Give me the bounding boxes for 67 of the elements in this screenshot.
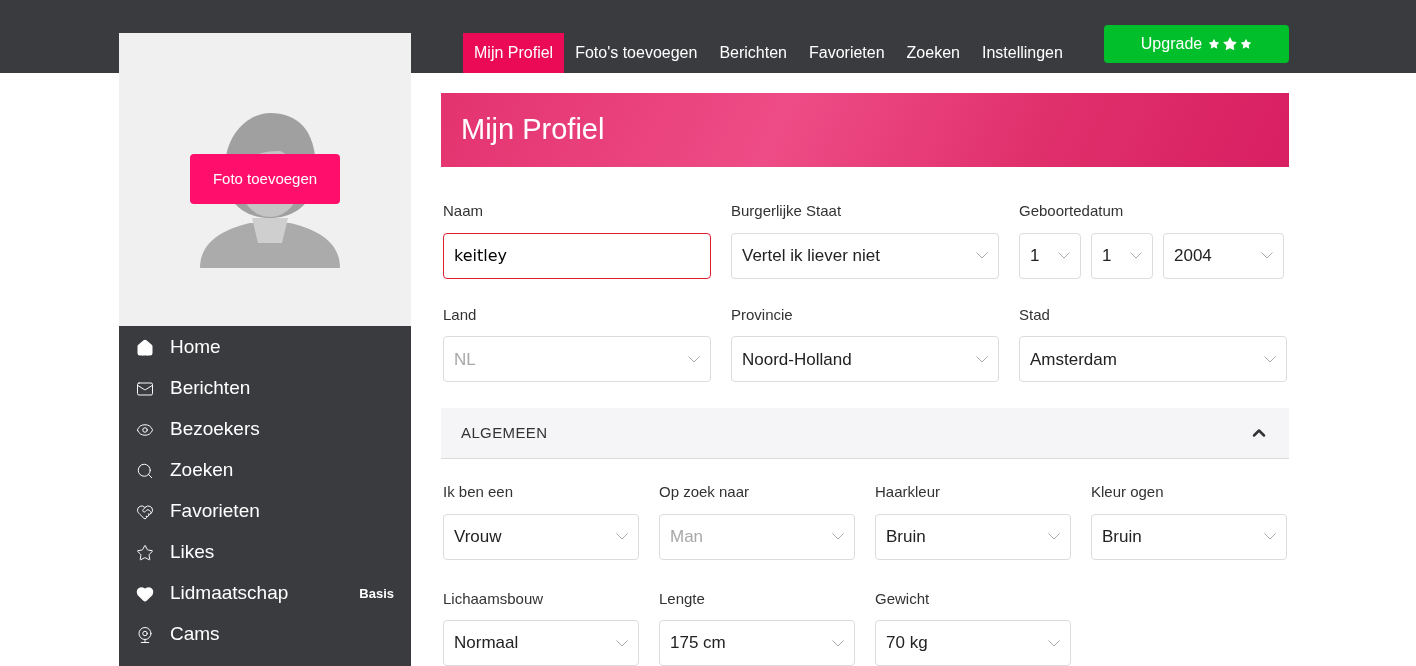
webcam-icon [136, 625, 154, 644]
star-icon [1240, 38, 1253, 50]
nav-tab[interactable]: Foto's toevoegen [564, 32, 709, 73]
envelope-icon [136, 379, 154, 398]
select-field[interactable]: Normaal [443, 620, 639, 666]
chevron-down-icon [1264, 533, 1276, 540]
sidebar-item[interactable]: Lidmaatschap Basis [119, 573, 411, 614]
field-label: Naam [443, 201, 484, 222]
nav-tab[interactable]: Mijn Profiel [463, 32, 565, 73]
sidebar-item[interactable]: Likes [119, 532, 411, 573]
field-label: Haarkleur [875, 482, 942, 502]
sidebar-item[interactable]: Favorieten [119, 491, 411, 532]
chevron-down-icon [1058, 252, 1070, 260]
star-icon [1222, 36, 1239, 52]
sidebar-item[interactable]: Cams [119, 614, 411, 655]
field-label: Op zoek naar [659, 482, 751, 502]
field-label: Lengte [659, 588, 706, 609]
chevron-down-icon [832, 533, 844, 540]
section-header[interactable]: ALGEMEEN [441, 408, 1289, 459]
select-field[interactable]: Vrouw [443, 513, 639, 560]
field-label: Land [443, 304, 478, 325]
star-icon [1208, 38, 1221, 50]
field-label: Provincie [731, 304, 794, 325]
sidebar-item[interactable]: Home [119, 327, 411, 368]
chevron-down-icon [1048, 639, 1060, 647]
chevron-down-icon [976, 252, 988, 260]
heart-icon [136, 584, 154, 603]
membership-label: Basis [359, 584, 394, 603]
chevron-down-icon [1264, 355, 1276, 363]
nav-tab[interactable]: Berichten [708, 32, 798, 73]
nav-tab[interactable]: Zoeken [895, 32, 971, 73]
chevron-down-icon [688, 355, 700, 363]
chevron-down-icon [976, 355, 988, 363]
nav-tab[interactable]: Instellingen [970, 32, 1074, 73]
sidebar-item[interactable]: Berichten [119, 368, 411, 409]
field-label: Geboortedatum [1019, 201, 1125, 222]
field-label: Stad [1019, 304, 1051, 325]
select-field[interactable]: 1 [1091, 232, 1153, 279]
field-label: Ik ben een [443, 482, 515, 502]
chevron-down-icon [1261, 252, 1273, 260]
search-icon [136, 461, 154, 480]
nav-tab[interactable]: Favorieten [798, 32, 896, 73]
page-title: Mijn Profiel [461, 112, 605, 148]
chevron-down-icon [616, 639, 628, 647]
select-field[interactable]: Bruin [875, 513, 1071, 560]
chevron-down-icon [832, 639, 844, 647]
chevron-down-icon [1130, 252, 1142, 260]
add-photo-button[interactable]: Foto toevoegen [190, 154, 340, 204]
sidebar-item[interactable]: Bezoekers [119, 409, 411, 450]
field-label: Gewicht [875, 588, 931, 609]
home-icon [136, 338, 154, 357]
select-field[interactable]: 2004 [1163, 232, 1284, 279]
field-label: Burgerlijke Staat [731, 201, 843, 222]
sidebar-item[interactable]: Zoeken [119, 450, 411, 491]
select-field[interactable]: Noord-Holland [731, 336, 999, 383]
select-field[interactable]: Amsterdam [1019, 336, 1287, 383]
chevron-down-icon [616, 533, 628, 540]
select-field[interactable]: 1 [1019, 232, 1081, 279]
select-field[interactable]: 70 kg [875, 620, 1071, 666]
select-field[interactable]: 175 cm [659, 620, 855, 666]
select-field[interactable]: Bruin [1091, 513, 1287, 560]
chevron-down-icon [1048, 533, 1060, 540]
select-field[interactable]: Vertel ik liever niet [731, 232, 999, 279]
field-label: Kleur ogen [1091, 482, 1165, 502]
name-input-field[interactable]: keitley [443, 232, 711, 279]
field-label: Lichaamsbouw [443, 588, 545, 609]
star-icon [136, 543, 154, 562]
